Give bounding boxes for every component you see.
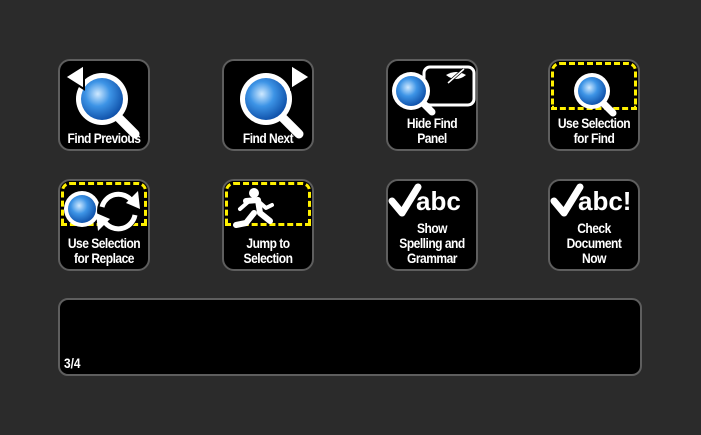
icon-text: abc: [416, 186, 461, 216]
tile-label-line: for Find: [573, 130, 615, 146]
tile-label-line: for Replace: [74, 250, 134, 266]
tile-label-line: Now: [582, 250, 606, 266]
tile-label-line: Find Next: [242, 130, 294, 146]
show-spelling-and-grammar-button[interactable]: abc Show Spelling and Grammar: [386, 179, 478, 271]
tile-label-line: Use Selection: [67, 235, 141, 251]
tile-label-line: Grammar: [407, 250, 457, 266]
tile-label-line: Jump to: [246, 235, 290, 251]
jump-to-selection-button[interactable]: Jump to Selection: [222, 179, 314, 271]
use-selection-for-find-button[interactable]: Use Selection for Find: [548, 59, 640, 151]
tile-label-line: Check: [577, 220, 611, 236]
icon-text: abc!: [578, 186, 631, 216]
hide-find-panel-button[interactable]: Hide Find Panel: [386, 59, 478, 151]
tile-label-line: Document: [566, 235, 622, 251]
info-panel: 3/4: [58, 298, 642, 376]
find-previous-button[interactable]: Find Previous: [58, 59, 150, 151]
tile-label-line: Spelling and: [399, 235, 465, 251]
check-document-now-button[interactable]: abc! Check Document Now: [548, 179, 640, 271]
tile-label-line: Use Selection: [557, 115, 631, 131]
page-indicator: 3/4: [64, 355, 81, 371]
tile-label-line: Selection: [243, 250, 293, 266]
tile-label-line: Panel: [417, 130, 447, 146]
find-next-button[interactable]: Find Next: [222, 59, 314, 151]
tile-label-line: Hide Find: [406, 115, 458, 131]
tile-label-line: Show: [416, 220, 448, 236]
tile-label-line: Find Previous: [67, 130, 141, 146]
use-selection-for-replace-button[interactable]: Use Selection for Replace: [58, 179, 150, 271]
